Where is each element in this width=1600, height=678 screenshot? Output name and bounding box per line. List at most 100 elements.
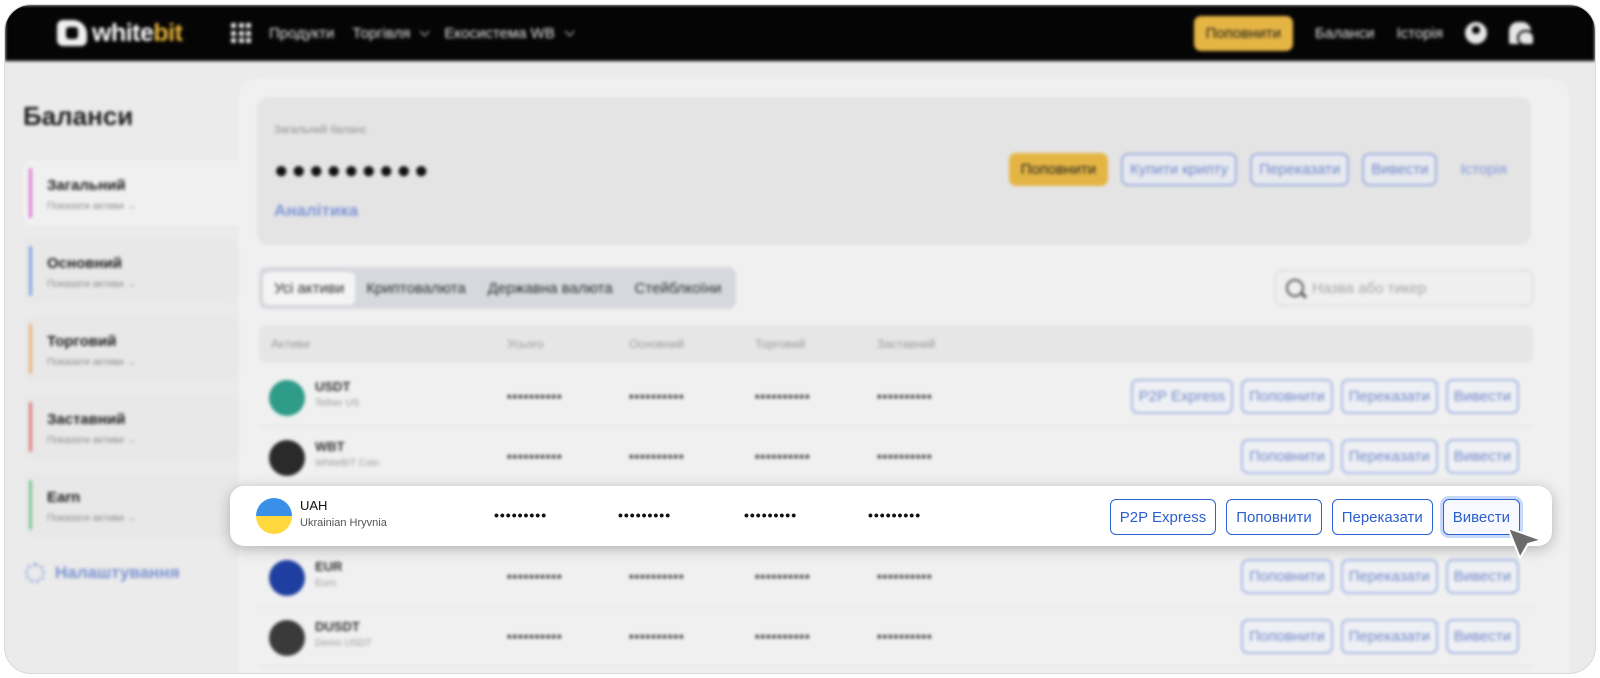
withdraw-button[interactable]: Вивести — [1445, 379, 1519, 414]
balance-actions: Поповнити Купити крипту Переказати Вивес… — [1008, 153, 1507, 186]
sidebar-item-main[interactable]: Основний Показати активи → — [23, 238, 239, 304]
nav-products[interactable]: Продукти — [269, 25, 334, 42]
table-row[interactable]: USDT Tether US •••••••••• •••••••••• •••… — [259, 367, 1533, 427]
main-value: •••••••••• — [629, 449, 685, 464]
app-window: white bit Продукти Торгівля Екосистема WB… — [5, 5, 1595, 673]
withdraw-button[interactable]: Вивести — [1362, 153, 1438, 186]
column-header-assets: Активи — [271, 337, 310, 351]
whitebit-logo[interactable]: white bit — [57, 18, 183, 48]
column-header-total[interactable]: Усього — [507, 337, 544, 351]
collateral-value: •••••••••• — [877, 449, 933, 464]
main-value: ••••••••• — [618, 507, 672, 523]
sidebar-item-trading[interactable]: Торговий Показати активи → — [23, 316, 239, 382]
user-icon[interactable] — [1465, 22, 1487, 44]
logo-mark-icon — [57, 20, 87, 46]
highlighted-uah-row[interactable]: UAH Ukrainian Hryvnia ••••••••• ••••••••… — [230, 486, 1552, 546]
sidebar-item-label: Earn — [47, 489, 81, 506]
sidebar-item-general[interactable]: Загальний Показати активи → — [23, 160, 253, 226]
transfer-button[interactable]: Переказати — [1340, 619, 1438, 654]
row-actions: P2P Express Поповнити Переказати Вивести — [1109, 499, 1520, 535]
p2p-express-button[interactable]: P2P Express — [1130, 379, 1234, 414]
deposit-button[interactable]: Поповнити — [1226, 499, 1322, 535]
main-panel: Загальний баланс ●●●●●●●●● Аналітика Поп… — [239, 79, 1569, 673]
table-row[interactable]: EUR Euro •••••••••• •••••••••• •••••••••… — [259, 547, 1533, 607]
transfer-button[interactable]: Переказати — [1340, 379, 1438, 414]
usdt-icon — [269, 380, 305, 416]
deposit-button[interactable]: Поповнити — [1241, 439, 1333, 474]
search-icon — [1286, 279, 1304, 297]
tab-crypto[interactable]: Криптовалюта — [355, 272, 477, 305]
page-title: Баланси — [23, 101, 134, 131]
deposit-button[interactable]: Поповнити — [1008, 153, 1109, 186]
nav-trading-label: Торгівля — [352, 24, 411, 42]
tab-fiat[interactable]: Державна валюта — [477, 272, 624, 305]
asset-ticker: DUSDT — [315, 619, 360, 634]
nav-ecosystem[interactable]: Екосистема WB — [444, 25, 575, 42]
nav-trading[interactable]: Торгівля — [352, 24, 430, 42]
tab-all-assets[interactable]: Усі активи — [263, 271, 356, 305]
sidebar-item-label: Загальний — [47, 177, 126, 194]
sidebar-item-accent — [29, 246, 32, 296]
dusdt-icon — [269, 620, 305, 656]
buy-crypto-button[interactable]: Купити крипту — [1121, 153, 1238, 186]
sidebar-item-earn[interactable]: Earn Показати активи → — [23, 472, 239, 538]
row-actions: P2P Express Поповнити Переказати Вивести — [1130, 379, 1519, 414]
deposit-button[interactable]: Поповнити — [1241, 559, 1333, 594]
analytics-link[interactable]: Аналітика — [274, 201, 358, 221]
nav-balances[interactable]: Баланси — [1315, 25, 1374, 42]
table-row[interactable]: DUSDT Demo USDT •••••••••• •••••••••• ••… — [259, 607, 1533, 667]
row-actions: Поповнити Переказати Вивести — [1241, 559, 1519, 594]
support-chat-icon[interactable] — [1509, 22, 1533, 44]
deposit-button[interactable]: Поповнити — [1241, 379, 1333, 414]
total-balance-label: Загальний баланс — [274, 124, 367, 136]
total-balance-card: Загальний баланс ●●●●●●●●● Аналітика Поп… — [257, 97, 1531, 245]
secondary-nav: Поповнити Баланси Історія — [1193, 5, 1533, 61]
chevron-down-icon — [564, 25, 575, 36]
sidebar-item-sublabel: Показати активи → — [47, 435, 137, 446]
withdraw-button[interactable]: Вивести — [1445, 619, 1519, 654]
asset-ticker: EUR — [315, 559, 343, 574]
sidebar-item-sublabel: Показати активи → — [47, 201, 137, 212]
transfer-button[interactable]: Переказати — [1250, 153, 1350, 186]
asset-name: Demo USDT — [315, 638, 372, 649]
history-link[interactable]: Історія — [1460, 161, 1507, 178]
column-header-collateral[interactable]: Заставний — [877, 337, 935, 351]
search-input[interactable]: Назва або тикер — [1275, 270, 1533, 306]
total-value: •••••••••• — [507, 629, 563, 644]
logo-text-accent: bit — [153, 18, 183, 47]
asset-ticker: UAH — [300, 498, 328, 513]
collateral-value: •••••••••• — [877, 629, 933, 644]
sidebar-item-accent — [29, 324, 32, 374]
sidebar-item-label: Заставний — [47, 411, 126, 428]
mouse-cursor-icon — [1507, 527, 1543, 559]
transfer-button[interactable]: Переказати — [1331, 499, 1433, 535]
trading-value: •••••••••• — [755, 389, 811, 404]
p2p-express-button[interactable]: P2P Express — [1109, 499, 1217, 535]
blurred-background: white bit Продукти Торгівля Екосистема WB… — [5, 5, 1595, 673]
wbt-icon — [269, 440, 305, 476]
deposit-button[interactable]: Поповнити — [1241, 619, 1333, 654]
column-header-main[interactable]: Основний — [629, 337, 684, 351]
asset-ticker: WBT — [315, 439, 345, 454]
column-header-trading[interactable]: Торговий — [755, 337, 805, 351]
asset-name: Ukrainian Hryvnia — [300, 517, 387, 529]
tab-stablecoins[interactable]: Стейблкоїни — [624, 272, 733, 305]
collateral-value: •••••••••• — [877, 569, 933, 584]
header-deposit-button[interactable]: Поповнити — [1193, 15, 1294, 51]
sidebar-item-label: Основний — [47, 255, 122, 272]
sidebar-item-collateral[interactable]: Заставний Показати активи → — [23, 394, 239, 460]
transfer-button[interactable]: Переказати — [1340, 559, 1438, 594]
nav-history[interactable]: Історія — [1396, 25, 1443, 42]
withdraw-button[interactable]: Вивести — [1445, 439, 1519, 474]
table-row[interactable]: WBT WhiteBIT Coin •••••••••• •••••••••• … — [259, 427, 1533, 487]
total-value: •••••••••• — [507, 449, 563, 464]
total-value: ••••••••• — [494, 507, 548, 523]
transfer-button[interactable]: Переказати — [1340, 439, 1438, 474]
settings-link[interactable]: Налаштування — [25, 563, 180, 583]
apps-grid-icon[interactable] — [231, 23, 251, 43]
asset-filter-tabs: Усі активи Криптовалюта Державна валюта … — [259, 267, 737, 309]
row-actions: Поповнити Переказати Вивести — [1241, 439, 1519, 474]
withdraw-button[interactable]: Вивести — [1445, 559, 1519, 594]
settings-label: Налаштування — [55, 563, 180, 582]
primary-nav: Продукти Торгівля Екосистема WB — [231, 5, 575, 61]
